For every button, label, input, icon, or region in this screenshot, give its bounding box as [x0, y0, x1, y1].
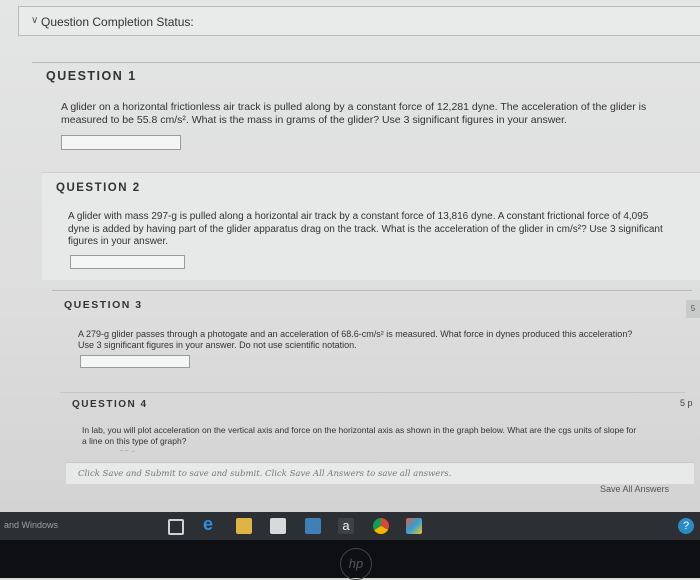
question-3: QUESTION 3 A 279-g glider passes through…: [52, 290, 692, 376]
task-view-icon[interactable]: [168, 519, 184, 535]
amazon-icon[interactable]: a: [338, 518, 354, 534]
edge-browser-icon[interactable]: e: [203, 514, 219, 534]
question-4: QUESTION 4 In lab, you will plot acceler…: [60, 392, 685, 454]
question-text: In lab, you will plot acceleration on th…: [82, 425, 637, 446]
question-text: A glider on a horizontal frictionless ai…: [61, 101, 647, 127]
chrome-icon[interactable]: [373, 518, 389, 534]
question-title: QUESTION 3: [64, 299, 143, 311]
answer-input[interactable]: [80, 355, 190, 368]
file-explorer-icon[interactable]: [236, 518, 252, 534]
question-title: QUESTION 1: [46, 69, 137, 83]
answer-input[interactable]: [70, 255, 185, 269]
submit-hint: Click Save and Submit to save and submit…: [66, 462, 694, 484]
photos-icon[interactable]: [305, 518, 321, 534]
status-label: Question Completion Status:: [41, 15, 194, 29]
answer-input[interactable]: [61, 135, 181, 150]
question-1: QUESTION 1 A glider on a horizontal fric…: [32, 62, 700, 162]
question-completion-status-bar[interactable]: ∨ Question Completion Status:: [18, 6, 700, 36]
question-text: A 279-g glider passes through a photogat…: [78, 329, 633, 351]
question-2: QUESTION 2 A glider with mass 297-g is p…: [42, 172, 700, 280]
paint-icon[interactable]: [406, 518, 422, 534]
save-all-answers-button[interactable]: Save All Answers: [600, 484, 669, 494]
question-title: QUESTION 2: [56, 182, 141, 194]
chevron-down-icon[interactable]: ∨: [31, 15, 38, 26]
windows-text: and Windows: [4, 520, 59, 530]
side-points-tab: 5: [686, 300, 700, 318]
taskbar: and Windows e a ?: [0, 512, 700, 540]
question-text: A glider with mass 297-g is pulled along…: [68, 211, 663, 247]
graph-fragment-icon: – – →: [120, 448, 137, 454]
help-icon[interactable]: ?: [678, 518, 694, 534]
hp-logo: hp: [340, 548, 372, 580]
question-title: QUESTION 4: [72, 399, 148, 410]
browser-viewport: ∨ Question Completion Status: QUESTION 1…: [0, 0, 700, 512]
points-label: 5 p: [680, 398, 693, 408]
store-icon[interactable]: [270, 518, 286, 534]
